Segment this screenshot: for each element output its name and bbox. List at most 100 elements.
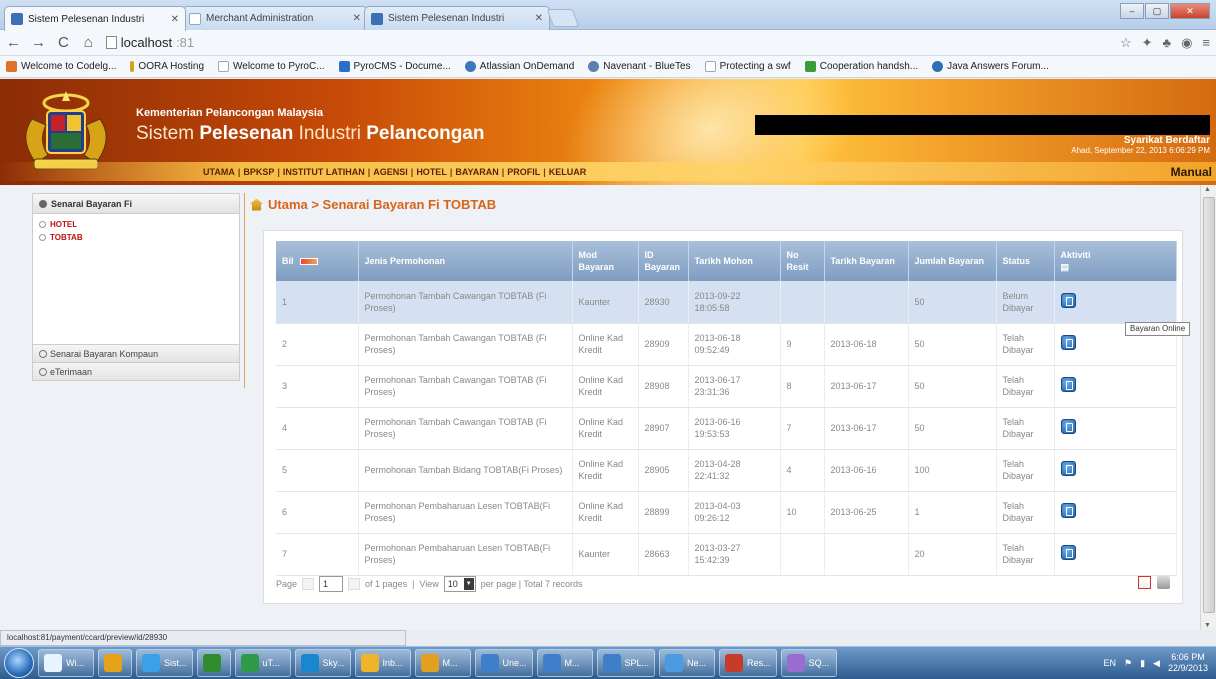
taskbar-app[interactable]: M... — [536, 649, 593, 677]
bookmark-item[interactable]: Cooperation handsh... — [804, 61, 918, 72]
taskbar-app[interactable]: Sist... — [136, 649, 193, 677]
start-button[interactable] — [4, 648, 34, 678]
header-id[interactable]: ID Bayaran — [638, 241, 689, 281]
table-row[interactable]: 5 Permohonan Tambah Bidang TOBTAB(Fi Pros… — [276, 449, 1177, 492]
bookmark-item[interactable]: OORA Hosting — [130, 61, 204, 72]
page-input[interactable]: 1 — [319, 576, 344, 592]
pdf-export-icon[interactable] — [1138, 576, 1151, 589]
home-icon[interactable]: ⌂ — [81, 34, 96, 51]
nav-item-keluar[interactable]: KELUAR — [549, 167, 587, 177]
header-jenis[interactable]: Jenis Permohonan — [358, 241, 573, 281]
scroll-down-icon[interactable]: ▼ — [1204, 622, 1211, 629]
header-mod[interactable]: Mod Bayaran — [572, 241, 639, 281]
extension-icon[interactable]: ✦ — [1142, 35, 1153, 51]
header-resit[interactable]: No Resit — [780, 241, 825, 281]
minimize-icon[interactable]: – — [1120, 3, 1144, 19]
taskbar-app[interactable] — [98, 649, 132, 677]
scrollbar-thumb[interactable] — [1203, 197, 1215, 613]
online-payment-icon[interactable] — [1060, 419, 1076, 434]
forward-icon[interactable]: → — [31, 34, 46, 51]
table-row[interactable]: 2 Permohonan Tambah Cawangan TOBTAB (Fi P… — [276, 323, 1177, 366]
tab-close-icon[interactable]: ✕ — [171, 14, 179, 25]
page-size-select[interactable]: 10 — [443, 576, 476, 592]
sort-icon[interactable] — [299, 258, 318, 266]
clock[interactable]: 6:06 PM 22/9/2013 — [1168, 652, 1208, 674]
language-indicator[interactable]: EN — [1103, 658, 1116, 668]
sidebar-item-hotel[interactable]: HOTEL — [39, 218, 233, 231]
prev-page-icon[interactable] — [302, 578, 315, 590]
bookmark-star-icon[interactable]: ☆ — [1120, 35, 1132, 51]
browser-tab-2[interactable]: Merchant Administration ✕ — [182, 6, 368, 30]
header-tarikh-mohon[interactable]: Tarikh Mohon — [688, 241, 781, 281]
table-row[interactable]: 3 Permohonan Tambah Cawangan TOBTAB (Fi P… — [276, 365, 1177, 408]
tab-close-icon[interactable]: ✕ — [535, 13, 543, 24]
bookmark-item[interactable]: PyroCMS - Docume... — [338, 61, 451, 72]
taskbar-app[interactable]: Res... — [719, 649, 777, 677]
nav-item-institut-latihan[interactable]: INSTITUT LATIHAN — [283, 167, 365, 177]
taskbar-app[interactable]: uT... — [234, 649, 291, 677]
taskbar-app[interactable]: Wi... — [38, 649, 94, 677]
taskbar-app[interactable]: Ne... — [659, 649, 716, 677]
taskbar-app[interactable]: SQ... — [780, 649, 837, 677]
scroll-up-icon[interactable]: ▲ — [1204, 186, 1211, 193]
network-icon[interactable]: ▮ — [1140, 658, 1145, 669]
taskbar-app[interactable] — [196, 649, 231, 677]
table-row[interactable]: 4 Permohonan Tambah Cawangan TOBTAB (Fi P… — [276, 407, 1177, 450]
maximize-icon[interactable]: ▢ — [1145, 3, 1169, 19]
reload-icon[interactable]: C — [56, 34, 71, 51]
online-payment-icon[interactable] — [1060, 461, 1076, 476]
browser-tab-1[interactable]: Sistem Pelesenan Industri ✕ — [4, 6, 186, 31]
bookmark-item[interactable]: Welcome to Codelg... — [6, 61, 116, 72]
bookmark-item[interactable]: Java Answers Forum... — [932, 61, 1049, 72]
new-tab-button[interactable] — [546, 9, 580, 27]
taskbar-app[interactable]: M... — [414, 649, 471, 677]
header-jumlah[interactable]: Jumlah Bayaran — [908, 241, 997, 281]
online-payment-icon[interactable] — [1060, 545, 1076, 560]
cell-resit: 8 — [780, 365, 825, 408]
header-tarikh-bayaran[interactable]: Tarikh Bayaran — [824, 241, 909, 281]
online-payment-icon[interactable] — [1060, 503, 1076, 518]
nav-item-hotel[interactable]: HOTEL — [416, 167, 447, 177]
taskbar-app[interactable]: Une... — [474, 649, 533, 677]
nav-item-profil[interactable]: PROFIL — [507, 167, 540, 177]
taskbar-app[interactable]: Inb... — [354, 649, 411, 677]
taskbar-app[interactable]: SPL... — [596, 649, 656, 677]
bookmark-item[interactable]: Navenant - BlueTes — [588, 61, 691, 72]
close-window-icon[interactable]: ✕ — [1170, 3, 1210, 19]
header-label: Aktiviti — [1060, 250, 1091, 260]
header-status[interactable]: Status — [996, 241, 1055, 281]
online-payment-icon[interactable] — [1060, 292, 1076, 308]
sidebar-section-eterimaan[interactable]: eTerimaan — [32, 363, 240, 381]
flag-icon[interactable]: ⚑ — [1124, 658, 1132, 669]
online-payment-icon[interactable] — [1060, 335, 1076, 350]
print-icon[interactable] — [1157, 576, 1170, 589]
manual-link[interactable]: Manual — [1171, 165, 1212, 179]
header-bil[interactable]: Bil — [276, 241, 359, 281]
table-row[interactable]: 6 Permohonan Pembaharuan Lesen TOBTAB(Fi … — [276, 491, 1177, 534]
bookmark-item[interactable]: Welcome to PyroC... — [218, 61, 325, 72]
sidebar-section-header[interactable]: Senarai Bayaran Fi — [33, 194, 239, 214]
taskbar-app[interactable]: Sky... — [294, 649, 351, 677]
browser-tab-3[interactable]: Sistem Pelesenan Industri ✕ — [364, 6, 550, 30]
menu-icon[interactable]: ≡ — [1202, 35, 1210, 51]
breadcrumb-text[interactable]: Utama > Senarai Bayaran Fi TOBTAB — [268, 197, 496, 212]
bookmark-item[interactable]: Protecting a swf — [704, 61, 791, 72]
online-payment-icon[interactable] — [1060, 377, 1076, 392]
table-row[interactable]: 7 Permohonan Pembaharuan Lesen TOBTAB(Fi … — [276, 533, 1177, 576]
extension-icon[interactable]: ◉ — [1181, 35, 1192, 51]
bookmark-item[interactable]: Atlassian OnDemand — [464, 61, 574, 72]
sidebar-section-kompaun[interactable]: Senarai Bayaran Kompaun — [32, 345, 240, 363]
nav-item-bpksp[interactable]: BPKSP — [243, 167, 274, 177]
nav-item-agensi[interactable]: AGENSI — [373, 167, 408, 177]
next-page-icon[interactable] — [348, 578, 361, 590]
address-bar[interactable]: localhost:81 — [105, 33, 1110, 53]
tab-close-icon[interactable]: ✕ — [353, 13, 361, 24]
extension-icon[interactable]: ♣ — [1163, 35, 1172, 51]
nav-item-utama[interactable]: UTAMA — [203, 167, 235, 177]
page-scrollbar[interactable]: ▲ ▼ — [1200, 185, 1216, 630]
volume-icon[interactable]: ◀ — [1153, 658, 1160, 669]
table-row[interactable]: 1 Permohonan Tambah Cawangan TOBTAB (Fi P… — [276, 281, 1177, 324]
sidebar-item-tobtab[interactable]: TOBTAB — [39, 231, 233, 244]
nav-item-bayaran[interactable]: BAYARAN — [455, 167, 498, 177]
back-icon[interactable]: ← — [6, 34, 21, 51]
